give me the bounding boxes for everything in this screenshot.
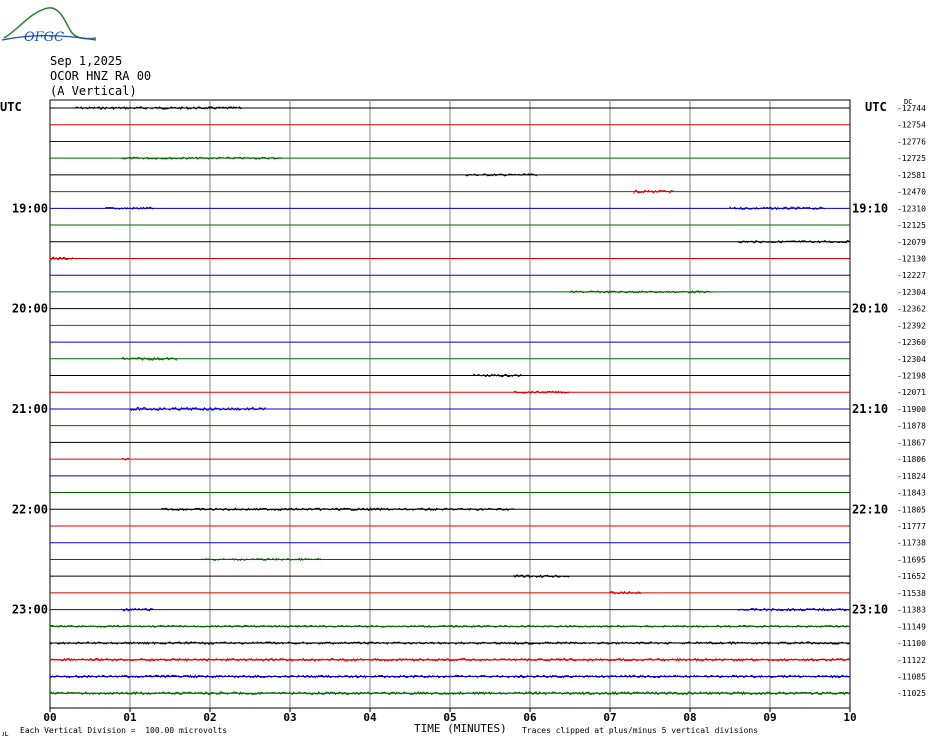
dc-offset-label: -11867	[897, 438, 926, 447]
x-tick-label: 06	[523, 711, 537, 724]
x-tick-label: 00	[43, 711, 56, 724]
dc-offset-label: -12362	[897, 305, 926, 314]
helicorder-page: OFGC Sep 1,2025 OCOR HNZ RA 00 (A Vertic…	[0, 0, 930, 744]
dc-offset-label: -12470	[897, 188, 926, 197]
dc-offset-label: -11777	[897, 522, 926, 531]
left-time-label: 21:00	[12, 402, 48, 416]
dc-offset-label: -11122	[897, 656, 926, 665]
dc-offset-label: -11843	[897, 489, 926, 498]
dc-offset-label: -12227	[897, 271, 926, 280]
x-tick-label: 01	[123, 711, 137, 724]
x-tick-label: 02	[203, 711, 216, 724]
left-time-label: 20:00	[12, 302, 48, 316]
dc-offset-label: -12776	[897, 137, 926, 146]
dc-offset-label: -12125	[897, 221, 926, 230]
trace-noise	[121, 156, 282, 160]
x-tick-label: 03	[283, 711, 296, 724]
x-tick-label: 10	[843, 711, 856, 724]
operator-mark: ᴊʟ	[2, 729, 10, 738]
right-time-label: 20:10	[852, 302, 888, 316]
dc-offset-label: -11806	[897, 455, 926, 464]
dc-offset-label: -11538	[897, 589, 926, 598]
dc-offset-label: -12744	[897, 104, 926, 113]
right-time-label: 19:10	[852, 201, 888, 215]
dc-offset-label: -11805	[897, 505, 926, 514]
dc-offset-label: -11900	[897, 405, 926, 414]
dc-offset-label: -12198	[897, 372, 926, 381]
dc-offset-label: -11878	[897, 422, 926, 431]
trace-noise	[201, 557, 323, 562]
dc-offset-label: -11824	[897, 472, 926, 481]
left-time-label: 22:00	[12, 502, 48, 516]
dc-offset-label: -12392	[897, 321, 926, 330]
x-tick-label: 09	[763, 711, 776, 724]
dc-offset-label: -12079	[897, 238, 926, 247]
dc-offset-label: -12581	[897, 171, 926, 180]
left-time-label: 19:00	[12, 201, 48, 215]
dc-offset-label: -11738	[897, 539, 926, 548]
dc-offset-label: -11085	[897, 672, 926, 681]
scale-note: Each Vertical Division = 100.00 microvol…	[20, 726, 228, 735]
dc-offset-label: -11652	[897, 572, 926, 581]
dc-offset-label: -11149	[897, 622, 926, 631]
left-time-label: 23:00	[12, 603, 48, 617]
dc-offset-label: -12310	[897, 204, 926, 213]
x-tick-label: 04	[363, 711, 377, 724]
x-axis-title: TIME (MINUTES)	[414, 722, 507, 735]
dc-offset-label: -12130	[897, 254, 926, 263]
dc-offset-label: -12360	[897, 338, 926, 347]
dc-offset-label: -11383	[897, 606, 926, 615]
right-time-label: 21:10	[852, 402, 888, 416]
x-tick-label: 07	[603, 711, 616, 724]
right-time-label: 23:10	[852, 603, 888, 617]
dc-offset-label: -12071	[897, 388, 926, 397]
dc-offset-label: -11695	[897, 555, 926, 564]
right-time-label: 22:10	[852, 502, 888, 516]
x-tick-label: 08	[683, 711, 696, 724]
helicorder-chart: 00 01 02 03 04 05 06 07 08 09 1019:0020:0021:0022:…	[12, 98, 926, 724]
dc-offset-label: -12304	[897, 288, 926, 297]
dc-offset-label: -12304	[897, 355, 926, 364]
dc-offset-label: -12754	[897, 121, 926, 130]
dc-offset-label: -11100	[897, 639, 926, 648]
dc-offset-label: -11025	[897, 689, 926, 698]
dc-offset-label: -12725	[897, 154, 926, 163]
clip-note: Traces clipped at plus/minus 5 vertical …	[522, 726, 759, 735]
